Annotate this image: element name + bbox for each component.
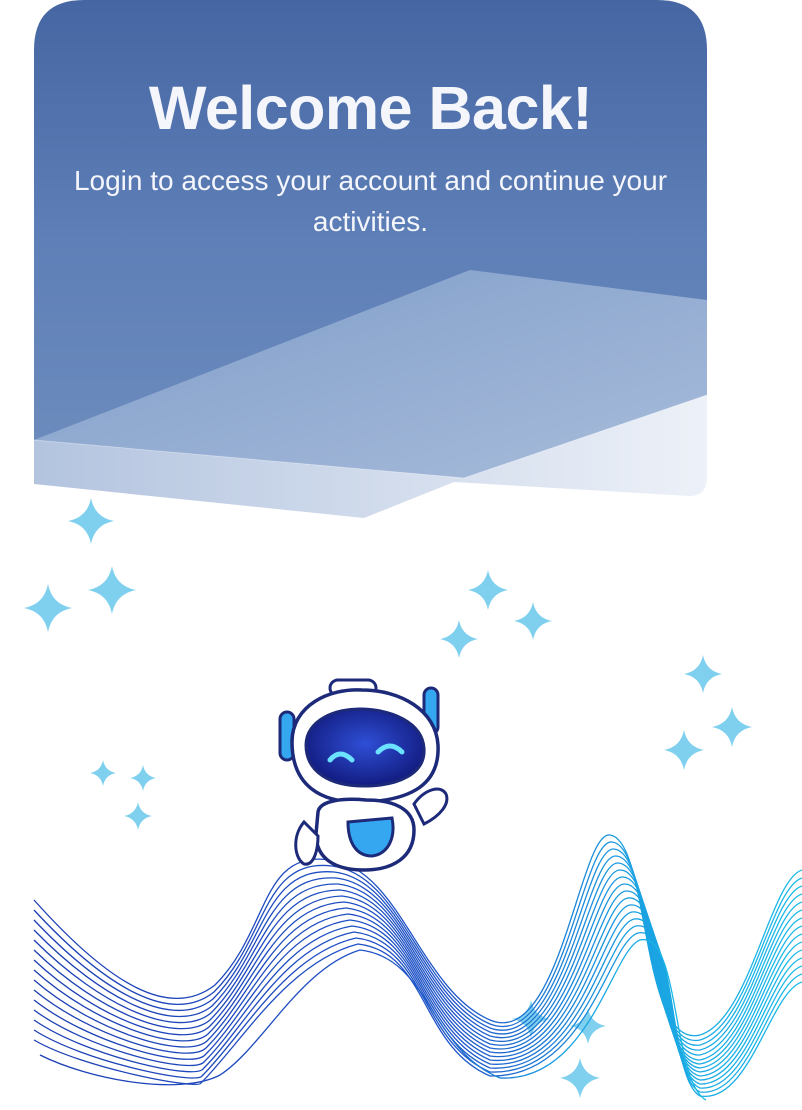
robot-mascot-icon [278,678,449,872]
robot-illustration [24,498,802,1101]
wave-lines-graphic [33,834,802,1101]
page-title: Welcome Back! [148,74,593,142]
page-subtitle: Login to access your account and continu… [73,165,668,237]
welcome-hero-card: Welcome Back! Login to access your accou… [34,0,707,520]
